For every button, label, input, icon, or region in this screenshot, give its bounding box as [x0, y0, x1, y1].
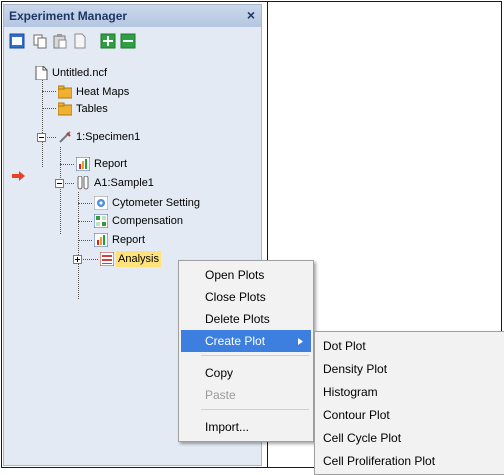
menu-item-label: Copy — [205, 366, 234, 380]
submenu-item-label: Density Plot — [323, 362, 388, 376]
menu-item-close-plots[interactable]: Close Plots — [179, 286, 313, 308]
menu-item-label: Create Plot — [205, 334, 266, 348]
submenu-item-contour-plot[interactable]: Contour Plot — [315, 404, 504, 426]
submenu-item-label: Contour Plot — [323, 408, 390, 422]
pipette-icon — [59, 131, 71, 143]
submenu-arrow-icon — [298, 338, 303, 345]
submenu-item-cell-proliferation-plot[interactable]: Cell Proliferation Plot — [315, 450, 504, 472]
submenu-item-histogram[interactable]: Histogram — [315, 381, 504, 403]
tree-connector — [60, 147, 61, 234]
menu-item-open-plots[interactable]: Open Plots — [179, 264, 313, 286]
tree-connector — [78, 192, 79, 299]
tree-item-label: Tables — [76, 103, 108, 115]
tree-item-label: Heat Maps — [76, 86, 130, 98]
report-icon — [94, 233, 108, 247]
menu-separator — [201, 355, 309, 356]
folder-icon — [58, 85, 72, 99]
menu-item-create-plot[interactable]: Create Plot — [181, 330, 311, 352]
create-plot-submenu: Dot Plot Density Plot Histogram Contour … — [314, 331, 504, 475]
context-menu: Open Plots Close Plots Delete Plots Crea… — [178, 260, 314, 442]
menu-item-delete-plots[interactable]: Delete Plots — [179, 308, 313, 330]
tree-connector — [42, 108, 56, 109]
tree-item-label: Report — [94, 158, 128, 170]
paste-icon[interactable] — [52, 33, 68, 49]
submenu-item-cell-cycle-plot[interactable]: Cell Cycle Plot — [315, 427, 504, 449]
tree-connector — [78, 203, 92, 204]
test-tube-icon — [77, 176, 89, 190]
tree-connector — [78, 240, 92, 241]
menu-item-copy[interactable]: Copy — [179, 362, 313, 384]
tree-item-label: Untitled.ncf — [52, 67, 108, 79]
tree-connector — [42, 91, 56, 92]
submenu-item-dot-plot[interactable]: Dot Plot — [315, 335, 504, 357]
submenu-item-label: Cell Proliferation Plot — [323, 454, 436, 468]
analysis-icon — [100, 252, 114, 266]
submenu-item-density-plot[interactable]: Density Plot — [315, 358, 504, 380]
tree-connector — [60, 164, 74, 165]
current-sample-arrow-icon — [12, 171, 25, 181]
document-icon[interactable] — [72, 33, 88, 49]
menu-item-label: Open Plots — [205, 268, 265, 282]
tree-item-label: Report — [112, 234, 146, 246]
menu-item-label: Import... — [205, 420, 250, 434]
menu-separator — [201, 409, 309, 410]
copy-icon[interactable] — [32, 33, 48, 49]
report-icon — [76, 157, 90, 171]
close-icon[interactable]: × — [247, 7, 255, 23]
panel-toggle-icon[interactable] — [9, 33, 25, 49]
submenu-item-label: Dot Plot — [323, 339, 366, 353]
menu-item-label: Delete Plots — [205, 312, 270, 326]
matrix-icon — [94, 214, 108, 228]
folder-icon — [58, 102, 72, 116]
add-icon[interactable] — [100, 33, 116, 49]
specimen-collapse-toggle[interactable] — [37, 133, 46, 142]
panel-title: Experiment Manager — [9, 9, 128, 23]
menu-item-import[interactable]: Import... — [179, 416, 313, 438]
analysis-expand-toggle[interactable] — [73, 255, 82, 264]
remove-icon[interactable] — [120, 33, 136, 49]
tree-item-label: Compensation — [112, 215, 183, 227]
panel-toolbar — [4, 29, 261, 53]
submenu-item-label: Histogram — [323, 385, 378, 399]
submenu-item-label: Cell Cycle Plot — [323, 431, 402, 445]
menu-item-label: Paste — [205, 388, 236, 402]
menu-item-paste[interactable]: Paste — [179, 384, 313, 406]
tree-item-label: A1:Sample1 — [94, 177, 154, 189]
file-icon — [35, 66, 48, 80]
tree-connector — [78, 221, 92, 222]
sample-collapse-toggle[interactable] — [55, 179, 64, 188]
menu-item-label: Close Plots — [205, 290, 266, 304]
settings-icon — [94, 196, 108, 210]
tree-item-label: Analysis — [116, 251, 161, 267]
tree-item-label: Cytometer Setting — [112, 197, 201, 209]
tree-item-label: 1:Specimen1 — [76, 131, 141, 143]
panel-titlebar: Experiment Manager × — [4, 5, 261, 27]
